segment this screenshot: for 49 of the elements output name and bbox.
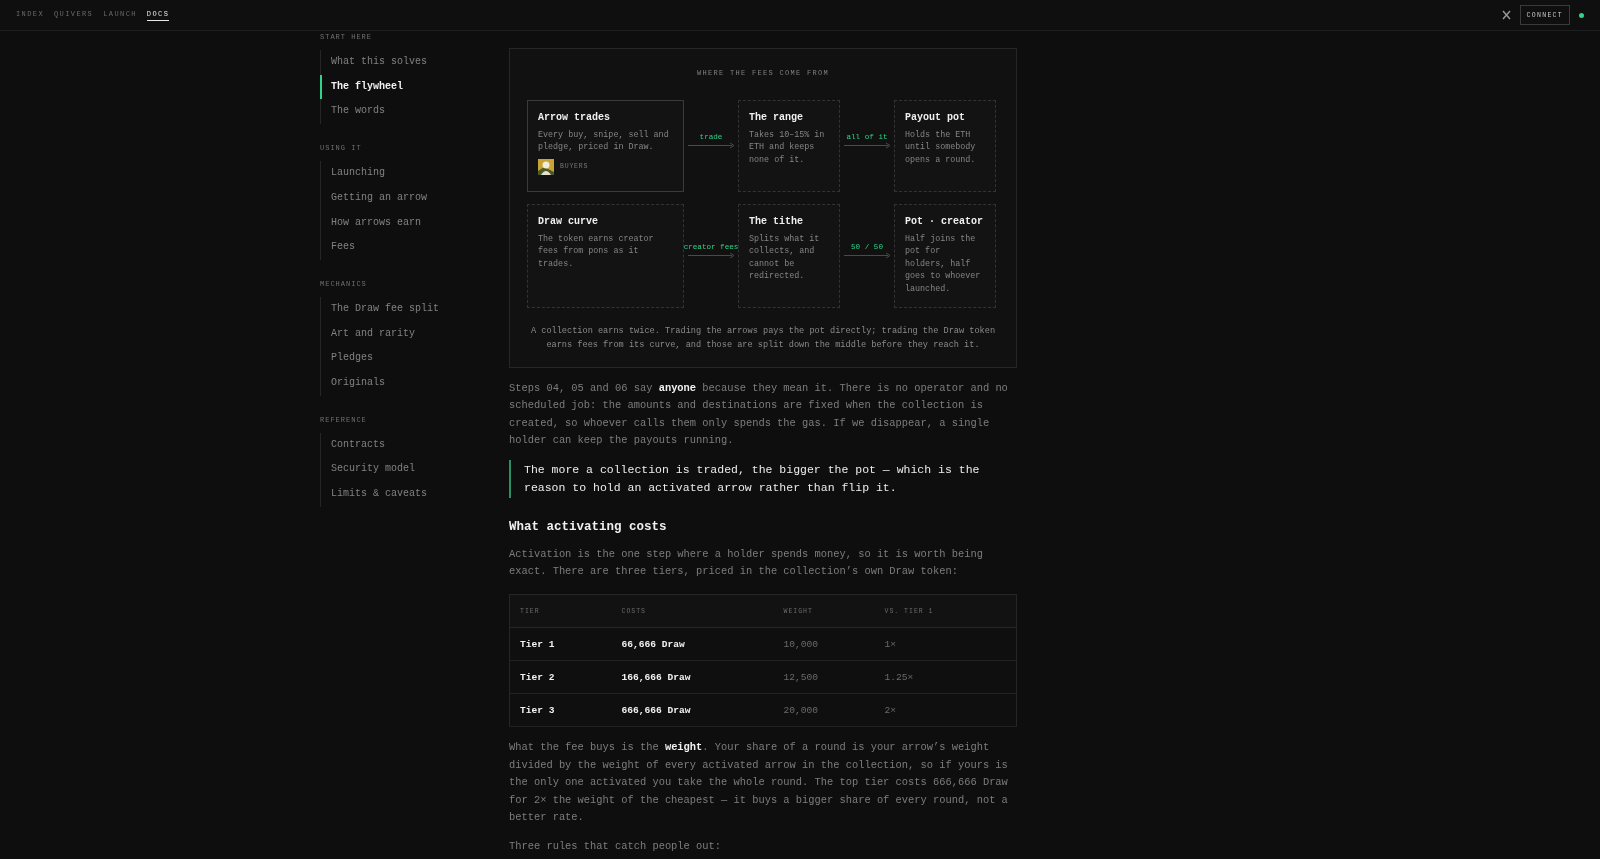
sidebar-item[interactable]: Launching — [320, 161, 509, 186]
node-text: The token earns creator fees from pons as it trades. — [538, 233, 655, 271]
connector-arrow — [843, 142, 891, 149]
paragraph: What the fee buys is the weight. Your share of a round is your arrow’s weight divided by the weight of every activated arrow in the collection, so if yours is the only one activated you take the whole round. The top tier costs 666,666 Draw for 2× the weight of the cheapest — it buys a bigger share of every round, not a better rate. — [509, 740, 1009, 826]
sidebar-item[interactable]: Limits & caveats — [320, 482, 509, 507]
section-heading: What activating costs — [509, 519, 668, 534]
sidebar-item[interactable]: Security model — [320, 457, 509, 483]
table-cell: Tier 1 — [509, 627, 612, 661]
sidebar-item[interactable]: Art and rarity — [320, 321, 509, 347]
sidebar-item[interactable]: How arrows earn — [320, 210, 509, 236]
node-title: Arrow trades — [538, 112, 611, 123]
sidebar-item[interactable]: What this solves — [320, 50, 509, 75]
table-cell: 2× — [874, 693, 1017, 727]
table-cell: 12,500 — [773, 660, 875, 694]
node-text: Half joins the pot for holders, half goes to whoever launched. — [905, 233, 982, 296]
table-cell: 1× — [874, 627, 1017, 661]
table-cell: 166,666 Draw — [611, 660, 774, 694]
sidebar-item[interactable]: Getting an arrow — [320, 185, 509, 211]
sidebar-item[interactable]: The Draw fee split — [320, 296, 509, 322]
sidebar-item[interactable]: Originals — [320, 371, 509, 396]
node-text: Splits what it collects, and cannot be redirected. — [749, 233, 821, 283]
sidebar-item[interactable]: The words — [320, 99, 509, 125]
sidebar-item[interactable]: Pledges — [320, 346, 509, 372]
node-text: Holds the ETH until somebody opens a round. — [905, 129, 977, 167]
connector-arrow — [687, 252, 735, 259]
node-title: The range — [749, 112, 804, 123]
connector-arrow — [687, 142, 735, 149]
paragraph: Three rules that catch people out: — [509, 839, 722, 855]
table-cell: 666,666 Draw — [611, 693, 774, 727]
table-cell: 66,666 Draw — [611, 627, 774, 661]
table-cell: 20,000 — [773, 693, 875, 727]
node-title: Pot · creator — [905, 216, 984, 227]
table-cell: Tier 3 — [509, 693, 612, 727]
paragraph: Steps 04, 05 and 06 say anyone because they mean it. There is no operator and no scheduled job: the amounts and destinations are fixed when the collection is created, so whoever calls them only spends the gas. If we disappear, a single holder can keep the payouts running. — [509, 381, 1009, 449]
table-cell: 10,000 — [773, 627, 875, 661]
node-text: Takes 10–15% in ETH and keeps none of it. — [749, 129, 826, 167]
node-text: Every buy, snipe, sell and pledge, priced in Draw. — [538, 129, 670, 154]
table-cell: Tier 2 — [509, 660, 612, 694]
table-cell: 1.25× — [874, 660, 1017, 694]
node-title: The tithe — [749, 216, 804, 227]
diagram-caption: A collection earns twice. Trading the arrows pays the pot directly; trading the Draw token earns fees from its curve, and those are split down the middle before they reach it. — [529, 325, 997, 352]
x-logo-icon[interactable] — [1501, 10, 1511, 20]
connector-arrow — [843, 252, 891, 259]
sidebar-item[interactable]: Fees — [320, 235, 509, 260]
node-title: Payout pot — [905, 112, 966, 123]
paragraph: Activation is the one step where a holder spends money, so it is worth being exact. There are three tiers, priced in the collection’s own Draw token: — [509, 546, 984, 580]
node-title: Draw curve — [538, 216, 599, 227]
sidebar-item[interactable]: Contracts — [320, 432, 509, 458]
pull-quote: The more a collection is traded, the bigger the pot — which is the reason to hold an activated arrow rather than flip it. — [509, 459, 1017, 498]
